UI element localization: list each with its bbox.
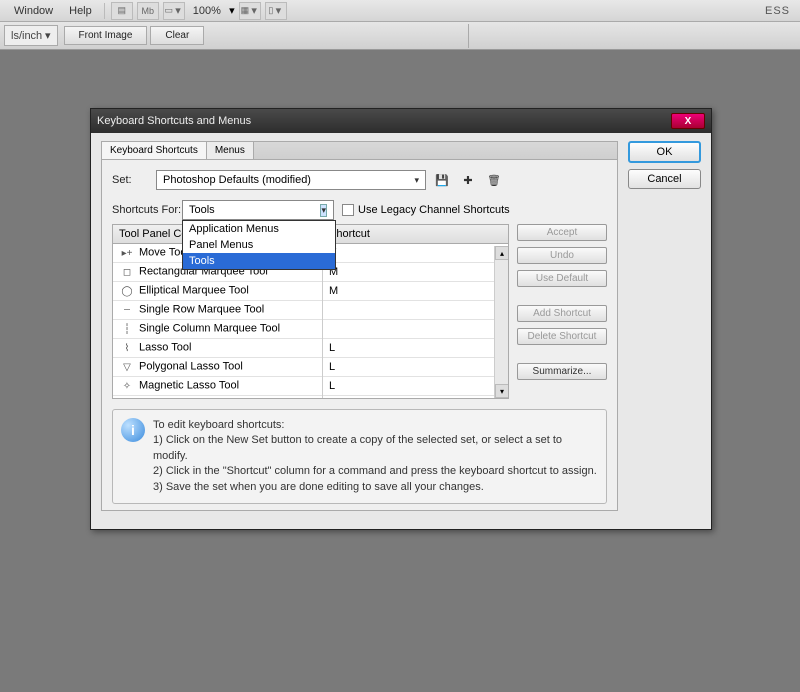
quick-select-icon: ✎: [119, 398, 135, 399]
separator: [104, 3, 105, 19]
dropdown-option-panel-menus[interactable]: Panel Menus: [183, 237, 335, 253]
set-select[interactable]: Photoshop Defaults (modified) ▾: [156, 170, 426, 190]
cmd-shortcut: M: [323, 263, 508, 281]
new-set-icon[interactable]: ✚: [458, 170, 478, 190]
move-tool-icon: ▸+: [119, 246, 135, 260]
ellipse-marquee-icon: ◯: [119, 284, 135, 298]
poly-lasso-icon: ▽: [119, 360, 135, 374]
dialog-title: Keyboard Shortcuts and Menus: [97, 115, 671, 127]
cmd-shortcut: M: [323, 282, 508, 300]
front-image-button[interactable]: Front Image: [64, 26, 148, 45]
summarize-button[interactable]: Summarize...: [517, 363, 607, 380]
legacy-checkbox[interactable]: [342, 204, 354, 216]
cmd-shortcut: L: [323, 358, 508, 376]
cmd-name: Lasso Tool: [139, 342, 191, 354]
separator: [468, 24, 469, 48]
col-marquee-icon: ┆: [119, 322, 135, 336]
menu-window[interactable]: Window: [6, 2, 61, 20]
dialog-titlebar[interactable]: Keyboard Shortcuts and Menus X: [91, 109, 711, 133]
save-set-icon[interactable]: 💾: [432, 170, 452, 190]
toolbar-screen-icon[interactable]: ▭▾: [163, 2, 185, 20]
tab-panel: Set: Photoshop Defaults (modified) ▾ 💾 ✚…: [101, 159, 618, 511]
shortcuts-for-dropdown: Application Menus Panel Menus Tools: [182, 220, 336, 270]
table-row[interactable]: ✧ Magnetic Lasso Tool L: [113, 377, 508, 396]
delete-set-icon[interactable]: 🗑: [484, 170, 504, 190]
hint-box: i To edit keyboard shortcuts: 1) Click o…: [112, 409, 607, 504]
table-row[interactable]: ▽ Polygonal Lasso Tool L: [113, 358, 508, 377]
ok-button[interactable]: OK: [628, 141, 701, 163]
action-buttons: Accept Undo Use Default Add Shortcut Del…: [517, 224, 607, 399]
close-button[interactable]: X: [671, 113, 705, 129]
hint-line: 2) Click in the "Shortcut" column for a …: [153, 464, 598, 479]
delete-shortcut-button[interactable]: Delete Shortcut: [517, 328, 607, 345]
scrollbar[interactable]: ▴ ▾: [494, 246, 508, 398]
cmd-shortcut: [323, 307, 508, 313]
use-default-button[interactable]: Use Default: [517, 270, 607, 287]
zoom-level[interactable]: 100%: [193, 5, 221, 17]
cmd-shortcut: L: [323, 377, 508, 395]
toolbar-grid-icon[interactable]: ▦▾: [239, 2, 261, 20]
options-bar: ls/inch ▾ Front Image Clear: [0, 22, 800, 50]
dropdown-option-application-menus[interactable]: Application Menus: [183, 221, 335, 237]
cmd-shortcut: V: [323, 244, 508, 262]
cancel-button[interactable]: Cancel: [628, 169, 701, 189]
set-label: Set:: [112, 174, 156, 186]
cmd-shortcut: W: [323, 396, 508, 399]
table-row[interactable]: ✎ Quick Selection Tool W: [113, 396, 508, 399]
legacy-label: Use Legacy Channel Shortcuts: [358, 204, 510, 216]
toolbar-rss-icon[interactable]: ▤: [111, 2, 133, 20]
shortcuts-for-select[interactable]: Tools ▾ Application Menus Panel Menus To…: [182, 200, 334, 220]
info-icon: i: [121, 418, 145, 442]
tab-row: Keyboard Shortcuts Menus: [101, 141, 618, 159]
magnetic-lasso-icon: ✧: [119, 379, 135, 393]
tab-keyboard-shortcuts[interactable]: Keyboard Shortcuts: [102, 142, 207, 159]
menu-help[interactable]: Help: [61, 2, 100, 20]
workspace-label[interactable]: ESS: [765, 5, 794, 17]
cmd-name: Single Row Marquee Tool: [139, 304, 264, 316]
lasso-icon: ⌇: [119, 341, 135, 355]
column-header-shortcut[interactable]: Shortcut: [323, 225, 508, 243]
cmd-name: Elliptical Marquee Tool: [139, 285, 249, 297]
keyboard-shortcuts-dialog: Keyboard Shortcuts and Menus X Keyboard …: [90, 108, 712, 530]
hint-text: To edit keyboard shortcuts: 1) Click on …: [153, 418, 598, 495]
row-marquee-icon: ┄: [119, 303, 135, 317]
accept-button[interactable]: Accept: [517, 224, 607, 241]
cmd-name: Single Column Marquee Tool: [139, 323, 280, 335]
hint-line: 1) Click on the New Set button to create…: [153, 433, 598, 464]
cmd-shortcut: [323, 326, 508, 332]
chevron-down-icon: ▾: [320, 204, 327, 217]
tab-menus[interactable]: Menus: [207, 142, 254, 159]
cmd-name: Polygonal Lasso Tool: [139, 361, 243, 373]
clear-button[interactable]: Clear: [150, 26, 204, 45]
add-shortcut-button[interactable]: Add Shortcut: [517, 305, 607, 322]
cmd-name: Quick Selection Tool: [139, 399, 238, 400]
hint-title: To edit keyboard shortcuts:: [153, 418, 598, 433]
undo-button[interactable]: Undo: [517, 247, 607, 264]
table-row[interactable]: ┄ Single Row Marquee Tool: [113, 301, 508, 320]
scroll-down-icon[interactable]: ▾: [495, 384, 509, 398]
app-menubar: Window Help ▤ Mb ▭▾ 100% ▾ ▦▾ ▯▾ ESS: [0, 0, 800, 22]
chevron-down-icon: ▾: [45, 30, 51, 42]
table-row[interactable]: ┆ Single Column Marquee Tool: [113, 320, 508, 339]
hint-line: 3) Save the set when you are done editin…: [153, 480, 598, 495]
scroll-up-icon[interactable]: ▴: [495, 246, 509, 260]
rect-marquee-icon: ◻: [119, 265, 135, 279]
dropdown-option-tools[interactable]: Tools: [183, 253, 335, 269]
cmd-name: Magnetic Lasso Tool: [139, 380, 239, 392]
shortcuts-for-value: Tools: [189, 204, 215, 216]
zoom-dropdown-icon[interactable]: ▾: [227, 4, 237, 17]
resolution-unit-label: ls/inch: [11, 30, 42, 42]
table-row[interactable]: ⌇ Lasso Tool L: [113, 339, 508, 358]
chevron-down-icon: ▾: [414, 175, 419, 186]
resolution-unit-field[interactable]: ls/inch ▾: [4, 25, 58, 46]
toolbar-mb-icon[interactable]: Mb: [137, 2, 159, 20]
cmd-shortcut: L: [323, 339, 508, 357]
toolbar-doc-icon[interactable]: ▯▾: [265, 2, 287, 20]
set-select-value: Photoshop Defaults (modified): [163, 174, 311, 186]
table-row[interactable]: ◯ Elliptical Marquee Tool M: [113, 282, 508, 301]
shortcuts-for-label: Shortcuts For:: [112, 204, 182, 216]
